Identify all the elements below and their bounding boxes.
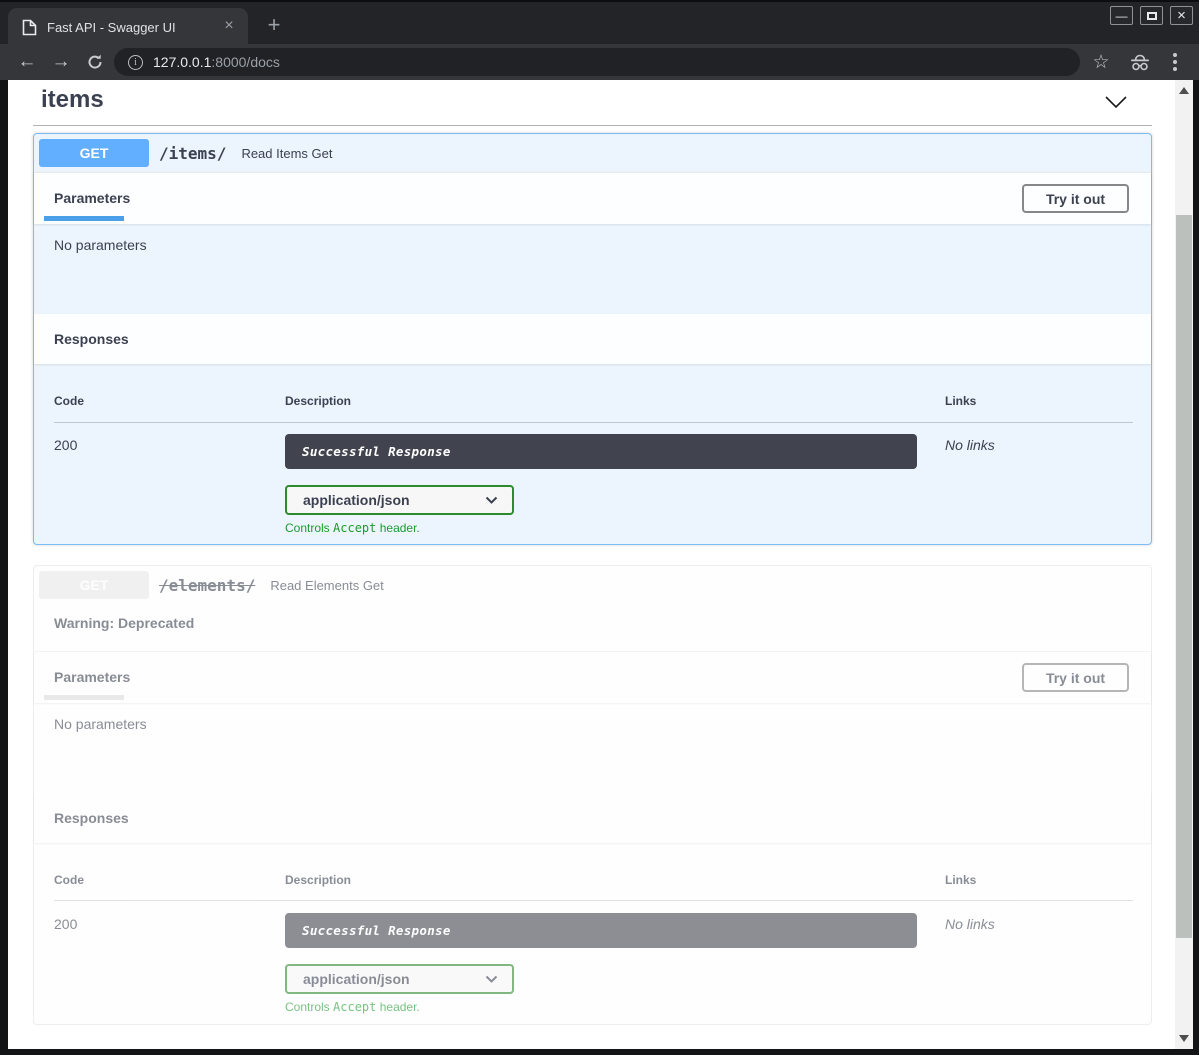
browser-tab[interactable]: Fast API - Swagger UI × bbox=[8, 8, 248, 46]
col-header-code: Code bbox=[54, 394, 84, 408]
back-icon[interactable]: ← bbox=[12, 44, 42, 80]
col-header-description: Description bbox=[285, 394, 351, 408]
swagger-page: items GET /items/ Read Items Get Paramet… bbox=[8, 80, 1175, 1049]
window-close-button[interactable]: × bbox=[1170, 6, 1193, 25]
media-type-select[interactable]: application/json bbox=[285, 964, 514, 994]
opblock-get-elements-deprecated: GET /elements/ Read Elements Get Warning… bbox=[33, 565, 1152, 1025]
responses-label: Responses bbox=[54, 810, 129, 826]
media-type-value: application/json bbox=[303, 971, 485, 987]
tab-close-icon[interactable]: × bbox=[218, 16, 240, 38]
section-divider bbox=[33, 125, 1152, 126]
tab-parameters[interactable]: Parameters bbox=[54, 190, 130, 206]
no-parameters-text: No parameters bbox=[54, 716, 147, 732]
section-collapse-chevron-down-icon[interactable] bbox=[1103, 92, 1129, 112]
parameters-header: Parameters Try it out bbox=[34, 651, 1151, 703]
accept-code: Accept bbox=[333, 1000, 376, 1014]
col-header-links: Links bbox=[945, 873, 976, 887]
page-favicon-icon bbox=[22, 19, 37, 36]
links-value: No links bbox=[945, 916, 995, 932]
accept-header-note: Controls Accept header. bbox=[285, 521, 420, 535]
accept-header-note: Controls Accept header. bbox=[285, 1000, 420, 1014]
opblock-get-items: GET /items/ Read Items Get Parameters Tr… bbox=[33, 133, 1152, 545]
window-minimize-button[interactable]: — bbox=[1110, 6, 1133, 25]
table-header-divider bbox=[54, 900, 1133, 901]
select-chevron-down-icon bbox=[485, 975, 498, 984]
parameters-header: Parameters Try it out bbox=[34, 172, 1151, 224]
scrollbar-thumb[interactable] bbox=[1176, 215, 1192, 938]
table-header-divider bbox=[54, 422, 1133, 423]
opblock-summary[interactable]: GET /items/ Read Items Get bbox=[34, 134, 1151, 172]
col-header-code: Code bbox=[54, 873, 84, 887]
browser-menu-icon[interactable] bbox=[1162, 44, 1188, 80]
try-it-out-button[interactable]: Try it out bbox=[1022, 663, 1129, 692]
new-tab-button[interactable]: + bbox=[260, 12, 288, 40]
responses-header: Responses bbox=[34, 793, 1151, 843]
op-summary-text: Read Items Get bbox=[241, 146, 332, 161]
window-maximize-button[interactable] bbox=[1140, 6, 1163, 25]
media-type-value: application/json bbox=[303, 492, 485, 508]
tab-parameters[interactable]: Parameters bbox=[54, 669, 130, 685]
url-host: 127.0.0.1 bbox=[153, 54, 211, 70]
op-path-deprecated: /elements/ bbox=[159, 576, 255, 595]
col-header-description: Description bbox=[285, 873, 351, 887]
response-code: 200 bbox=[54, 437, 77, 453]
maximize-icon bbox=[1147, 12, 1157, 20]
address-bar[interactable]: i 127.0.0.1:8000/docs bbox=[114, 48, 1080, 76]
reload-icon[interactable] bbox=[80, 44, 110, 80]
media-type-select[interactable]: application/json bbox=[285, 485, 514, 515]
select-chevron-down-icon bbox=[485, 496, 498, 505]
scrollbar-down-arrow-icon[interactable] bbox=[1179, 1035, 1189, 1042]
response-description-box: Successful Response bbox=[285, 913, 917, 948]
try-it-out-button[interactable]: Try it out bbox=[1022, 184, 1129, 213]
section-title: items bbox=[41, 86, 104, 114]
method-badge: GET bbox=[39, 139, 149, 167]
window-controls: — × bbox=[1110, 6, 1193, 25]
deprecated-warning: Warning: Deprecated bbox=[54, 615, 194, 631]
active-tab-underline bbox=[44, 695, 124, 700]
site-info-icon[interactable]: i bbox=[128, 55, 143, 70]
method-badge: GET bbox=[39, 571, 149, 599]
active-tab-underline bbox=[44, 216, 124, 221]
url-path: :8000/docs bbox=[211, 54, 280, 70]
browser-toolbar: ← → i 127.0.0.1:8000/docs ☆ bbox=[0, 44, 1199, 80]
responses-label: Responses bbox=[54, 331, 129, 347]
tab-title: Fast API - Swagger UI bbox=[47, 20, 218, 35]
opblock-summary[interactable]: GET /elements/ Read Elements Get bbox=[34, 566, 1151, 604]
response-description-box: Successful Response bbox=[285, 434, 917, 469]
url-text: 127.0.0.1:8000/docs bbox=[153, 54, 280, 70]
accept-code: Accept bbox=[333, 521, 376, 535]
forward-icon[interactable]: → bbox=[46, 44, 76, 80]
response-code: 200 bbox=[54, 916, 77, 932]
incognito-icon bbox=[1124, 44, 1156, 80]
page-scrollbar[interactable] bbox=[1175, 80, 1193, 1049]
op-path: /items/ bbox=[159, 144, 226, 163]
responses-header: Responses bbox=[34, 314, 1151, 364]
no-parameters-text: No parameters bbox=[54, 237, 147, 253]
col-header-links: Links bbox=[945, 394, 976, 408]
tab-strip: Fast API - Swagger UI × + — × bbox=[0, 0, 1199, 44]
bookmark-star-icon[interactable]: ☆ bbox=[1086, 44, 1116, 80]
links-value: No links bbox=[945, 437, 995, 453]
scrollbar-up-arrow-icon[interactable] bbox=[1179, 87, 1189, 94]
op-summary-text: Read Elements Get bbox=[270, 578, 383, 593]
